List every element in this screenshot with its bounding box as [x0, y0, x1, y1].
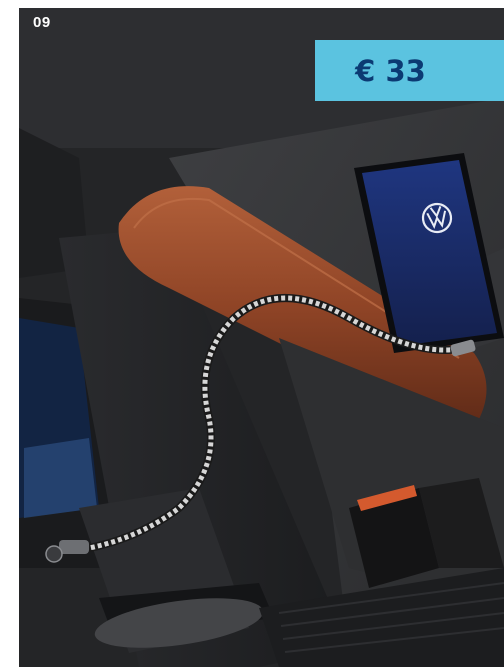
price-label: € 33 — [355, 53, 426, 88]
car-interior-illustration — [19, 8, 504, 667]
page-number: 09 — [33, 14, 51, 31]
product-photo — [19, 8, 504, 667]
price-tag: € 33 — [315, 40, 504, 101]
